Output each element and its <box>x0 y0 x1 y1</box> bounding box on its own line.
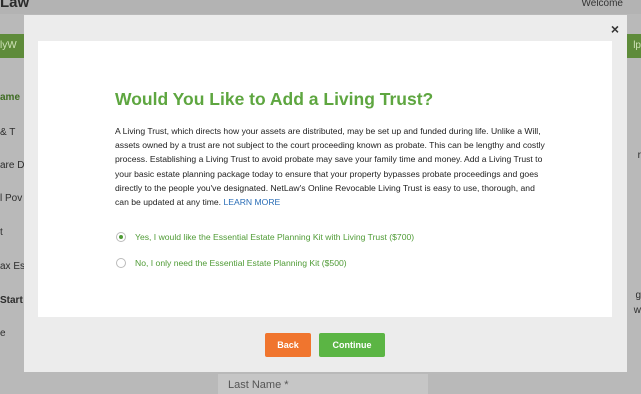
learn-more-link[interactable]: LEARN MORE <box>223 197 280 207</box>
nav-bar-right-text: lp <box>633 40 641 51</box>
option-label: No, I only need the Essential Estate Pla… <box>135 258 347 268</box>
sidebar-item: are D <box>0 160 25 171</box>
background-text: g <box>635 290 641 301</box>
sidebar-item: & T <box>0 127 16 138</box>
description-text: A Living Trust, which directs how your a… <box>115 126 545 208</box>
back-button[interactable]: Back <box>265 333 311 357</box>
radio-unselected-icon[interactable] <box>116 258 126 268</box>
continue-button[interactable]: Continue <box>319 333 385 357</box>
modal-description: A Living Trust, which directs how your a… <box>115 124 547 209</box>
top-bar: Law Welcome <box>0 0 641 14</box>
welcome-text: Welcome <box>581 0 624 9</box>
sidebar-item: ame <box>0 92 21 103</box>
option-without-living-trust[interactable]: No, I only need the Essential Estate Pla… <box>116 258 347 268</box>
option-with-living-trust[interactable]: Yes, I would like the Essential Estate P… <box>116 232 414 242</box>
option-label: Yes, I would like the Essential Estate P… <box>135 232 415 242</box>
sidebar-item: ax Es <box>0 261 26 272</box>
logo: Law <box>0 0 30 11</box>
last-name-field: Last Name * <box>218 374 428 394</box>
close-icon[interactable]: × <box>608 22 622 36</box>
sidebar-item: Start <box>0 295 23 306</box>
nav-bar-left-text: lyW <box>0 40 17 51</box>
radio-selected-icon[interactable] <box>116 232 126 242</box>
sidebar-item: l Pov <box>0 193 23 204</box>
sidebar-item: t <box>0 227 3 238</box>
background-text: w <box>633 305 641 316</box>
sidebar-item: e <box>0 328 6 339</box>
background-text: r <box>637 150 641 161</box>
modal-title: Would You Like to Add a Living Trust? <box>115 89 434 109</box>
